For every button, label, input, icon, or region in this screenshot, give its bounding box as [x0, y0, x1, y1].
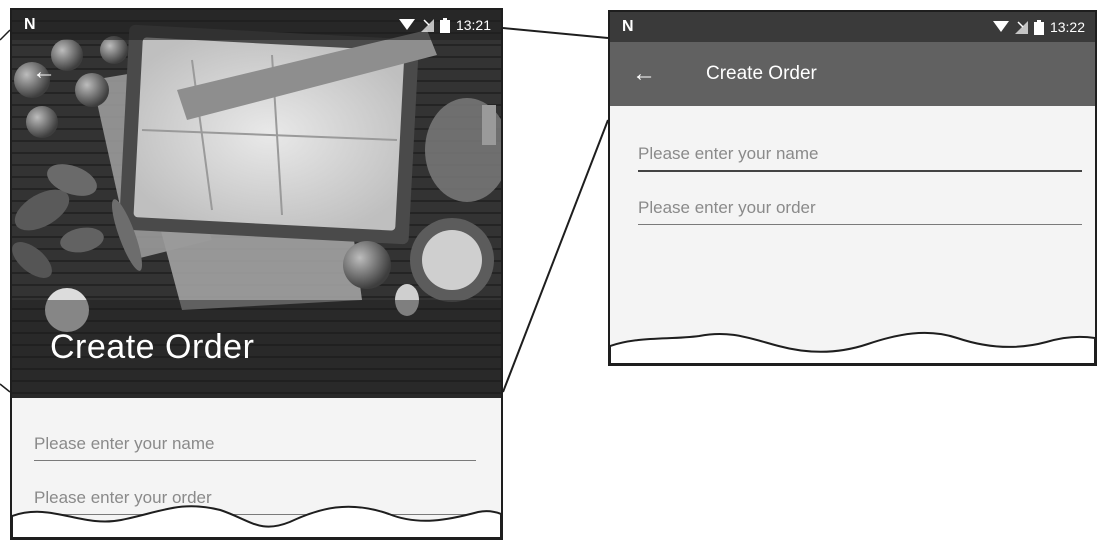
torn-edge	[12, 505, 501, 538]
status-time: 13:21	[455, 17, 491, 33]
toolbar-title: Create Order	[706, 63, 817, 84]
torn-edge	[610, 331, 1095, 364]
name-input[interactable]: Please enter your name	[34, 434, 476, 461]
order-input[interactable]: Please enter your order	[638, 198, 1082, 225]
back-arrow-icon[interactable]: ←	[32, 58, 56, 86]
status-time: 13:22	[1049, 19, 1085, 35]
hero-header: Create Order	[12, 10, 501, 398]
battery-icon	[1033, 19, 1044, 35]
left-phone-screen: Create Order N 13:21 ← Please enter your…	[10, 8, 503, 540]
status-bar: N 13:21	[12, 10, 501, 40]
carrier-logo: N	[622, 18, 634, 35]
no-signal-icon	[1014, 20, 1028, 34]
battery-icon	[439, 17, 450, 33]
carrier-logo: N	[24, 16, 36, 33]
no-signal-icon	[420, 18, 434, 32]
back-arrow-icon[interactable]: ←	[632, 60, 656, 88]
right-phone-screen: N 13:22 ← Create Order Please enter your…	[608, 10, 1097, 366]
wifi-icon	[398, 19, 415, 30]
wifi-icon	[992, 21, 1009, 32]
name-input[interactable]: Please enter your name	[638, 144, 1082, 172]
app-toolbar: ← Create Order	[610, 42, 1095, 106]
hero-title: Create Order	[50, 328, 255, 366]
status-bar: N 13:22	[610, 12, 1095, 42]
